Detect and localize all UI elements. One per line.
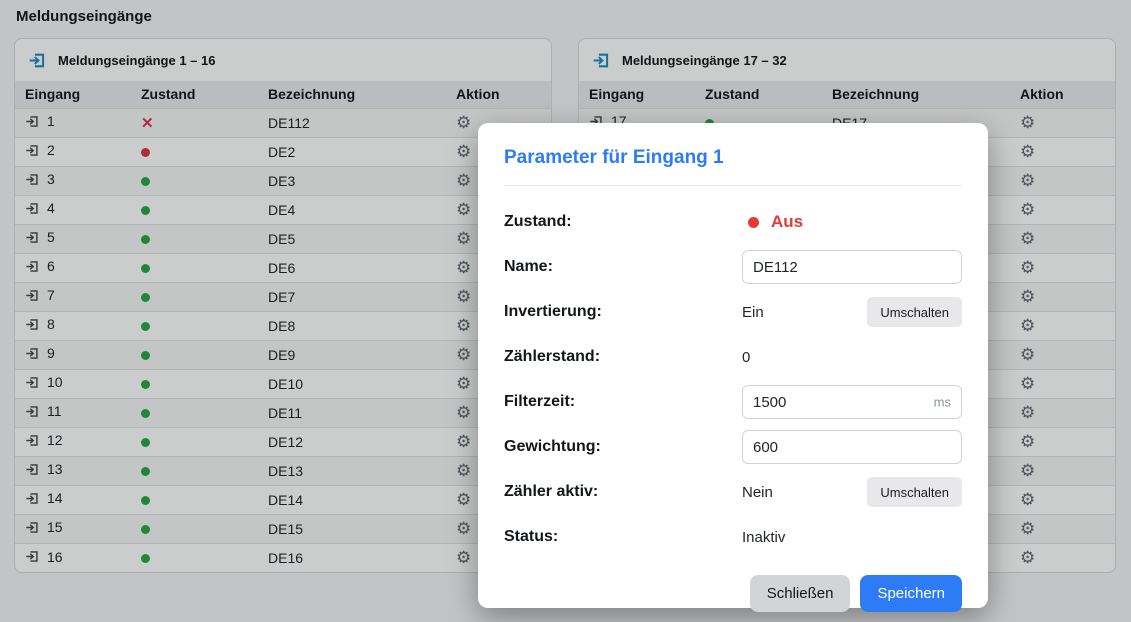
field-value: Nein — [742, 484, 773, 501]
form-row: Gewichtung: — [504, 430, 962, 464]
form-row: Status:Inaktiv — [504, 520, 962, 554]
field-label: Zustand: — [504, 213, 742, 231]
form-row: Zählerstand:0 — [504, 340, 962, 374]
parameter-modal: Parameter für Eingang 1 Zustand: Aus Name:… — [478, 123, 988, 608]
field-label: Invertierung: — [504, 303, 742, 321]
field-label: Zählerstand: — [504, 348, 742, 366]
modal-footer: Schließen Speichern — [504, 575, 962, 612]
field-value: 0 — [742, 349, 750, 366]
field-label: Name: — [504, 258, 742, 276]
gewichtung-field[interactable] — [742, 430, 962, 464]
field-label: Gewichtung: — [504, 438, 742, 456]
toggle-button[interactable]: Umschalten — [867, 477, 962, 507]
filterzeit-field[interactable] — [742, 385, 962, 419]
modal-title: Parameter für Eingang 1 — [504, 147, 962, 169]
form-row: Invertierung:Ein Umschalten — [504, 295, 962, 329]
close-button[interactable]: Schließen — [750, 575, 851, 612]
form-row: Zähler aktiv:Nein Umschalten — [504, 475, 962, 509]
toggle-button[interactable]: Umschalten — [867, 297, 962, 327]
divider — [504, 185, 962, 186]
field-label: Status: — [504, 528, 742, 546]
status-off-dot — [748, 217, 759, 228]
form-row: Name: — [504, 250, 962, 284]
field-label: Zähler aktiv: — [504, 483, 742, 501]
save-button[interactable]: Speichern — [860, 575, 962, 612]
field-label: Filterzeit: — [504, 393, 742, 411]
field-value: Inaktiv — [742, 529, 785, 546]
form-row: Filterzeit:ms — [504, 385, 962, 419]
name-field[interactable] — [742, 250, 962, 284]
form-row: Zustand: Aus — [504, 205, 962, 239]
status-value: Aus — [771, 212, 803, 232]
field-value: Ein — [742, 304, 764, 321]
